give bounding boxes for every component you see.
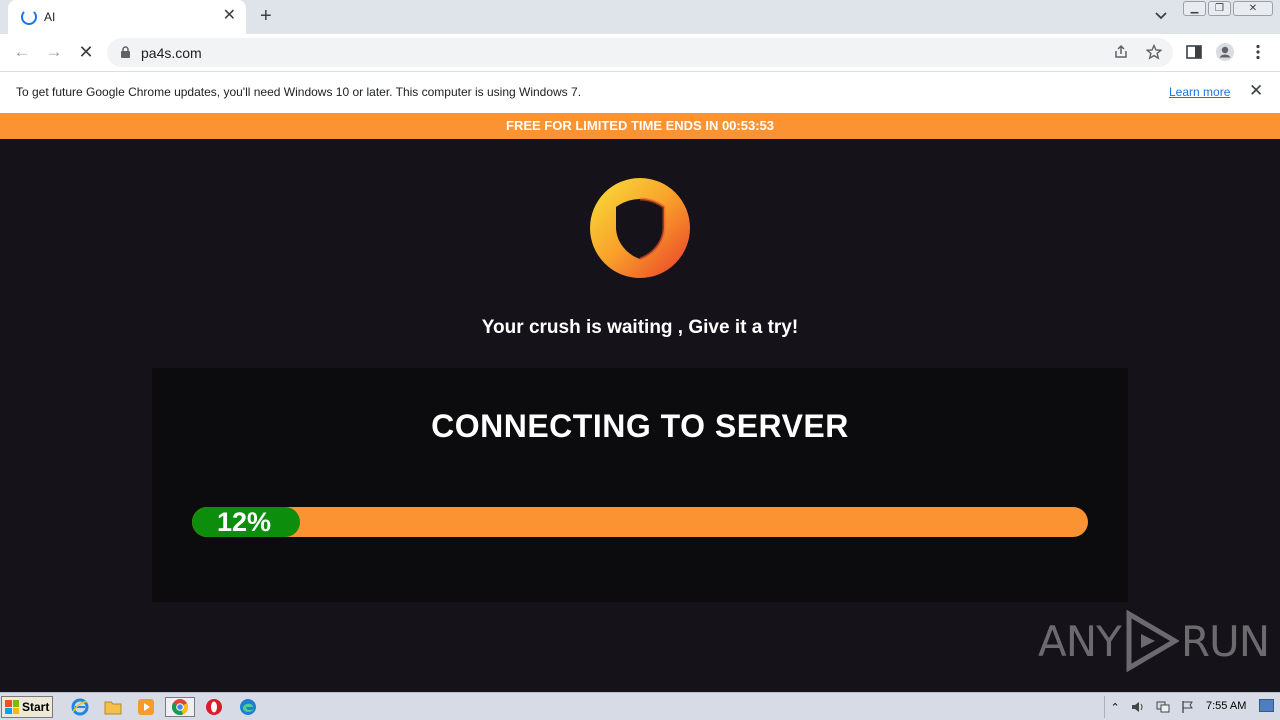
browser-tab[interactable]: AI ✕ [8, 0, 246, 34]
kebab-menu-icon[interactable] [1248, 42, 1268, 62]
edge-icon[interactable] [237, 697, 259, 717]
shield-ring-logo-icon [590, 178, 690, 278]
minimize-icon[interactable]: ▁ [1183, 1, 1206, 16]
volume-icon[interactable] [1131, 700, 1145, 714]
infobar-message: To get future Google Chrome updates, you… [16, 85, 582, 99]
internet-explorer-icon[interactable] [69, 697, 91, 717]
lock-icon [121, 46, 130, 58]
browser-toolbar: ← → ✕ pa4s.com [0, 34, 1280, 71]
tab-strip: AI ✕ + ▁ ❐ ✕ [0, 0, 1280, 34]
restore-icon[interactable]: ❐ [1208, 1, 1231, 16]
back-arrow-icon[interactable]: ← [12, 42, 32, 62]
bookmark-star-icon[interactable] [1146, 44, 1162, 60]
profile-avatar-icon[interactable] [1215, 42, 1235, 62]
clock: 7:55 AM [1206, 700, 1247, 712]
share-icon[interactable] [1113, 44, 1129, 60]
stop-loading-icon[interactable]: ✕ [76, 42, 96, 62]
panel-title: CONNECTING TO SERVER [431, 408, 849, 444]
address-bar[interactable]: pa4s.com [107, 38, 1173, 67]
start-button[interactable]: Start [1, 696, 53, 718]
progress-fill: 12% [192, 507, 300, 537]
windows-taskbar: Start ⌃ 7:55 AM [0, 692, 1280, 720]
side-panel-icon[interactable] [1184, 42, 1204, 62]
infobar-close-icon[interactable]: ✕ [1249, 82, 1263, 99]
opera-icon[interactable] [203, 697, 225, 717]
connecting-panel: CONNECTING TO SERVER 12% [152, 368, 1128, 602]
play-triangle-icon [1126, 610, 1179, 672]
media-player-icon[interactable] [135, 697, 157, 717]
watermark-text-right: RUN [1180, 616, 1270, 666]
progress-bar: 12% [192, 507, 1088, 537]
loading-spinner-icon [21, 9, 37, 25]
show-desktop-icon[interactable] [1259, 699, 1274, 712]
update-infobar: To get future Google Chrome updates, you… [0, 71, 1280, 113]
folder-icon[interactable] [102, 697, 124, 717]
close-window-icon[interactable]: ✕ [1233, 1, 1273, 16]
window-controls: ▁ ❐ ✕ [1183, 1, 1273, 17]
windows-flag-icon [5, 700, 19, 714]
learn-more-link[interactable]: Learn more [1169, 85, 1230, 99]
watermark-text-left: ANY [1038, 616, 1122, 666]
tab-search-chevron-icon[interactable] [1154, 9, 1168, 23]
url-text: pa4s.com [141, 45, 202, 61]
forward-arrow-icon[interactable]: → [44, 42, 64, 62]
tagline: Your crush is waiting , Give it a try! [481, 317, 799, 338]
countdown-banner: FREE FOR LIMITED TIME ENDS IN 00:53:53 [0, 113, 1280, 139]
tray-expand-icon[interactable]: ⌃ [1110, 701, 1119, 714]
start-label: Start [22, 700, 50, 714]
chrome-icon[interactable] [165, 697, 195, 717]
progress-label: 12% [217, 507, 272, 537]
network-icon[interactable] [1156, 700, 1170, 714]
action-center-flag-icon[interactable] [1181, 700, 1195, 714]
new-tab-icon[interactable]: + [260, 6, 272, 26]
system-tray: ⌃ [1104, 696, 1200, 718]
anyrun-watermark: ANY RUN [1038, 609, 1270, 673]
tab-title: AI [44, 10, 56, 24]
page-content: Your crush is waiting , Give it a try! C… [0, 139, 1280, 692]
close-tab-icon[interactable]: ✕ [223, 8, 236, 24]
